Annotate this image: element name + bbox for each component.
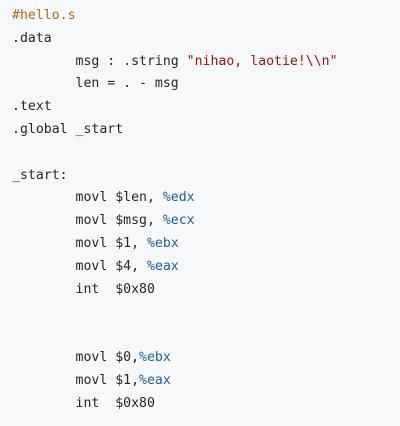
- code-token: _start:: [12, 167, 68, 183]
- code-token: len = . - msg: [12, 76, 179, 92]
- code-line: _start:: [12, 165, 400, 188]
- code-token: movl $1,: [12, 235, 147, 251]
- code-lines: #hello.s .data msg : .string "nihao, laot…: [12, 5, 400, 415]
- code-token: %eax: [139, 372, 171, 388]
- code-token: %ebx: [139, 349, 171, 365]
- code-line: movl $4, %eax: [12, 256, 400, 279]
- code-token: msg : .string: [12, 53, 187, 69]
- code-line: .global _start: [12, 119, 400, 142]
- code-token: movl $msg,: [12, 213, 163, 229]
- code-token: int $0x80: [12, 395, 155, 411]
- code-line: msg : .string "nihao, laotie!\\n": [12, 51, 400, 74]
- code-token: %ebx: [146, 235, 179, 251]
- code-token: movl $1,: [12, 372, 140, 388]
- code-token: "nihao, laotie!\\n": [186, 53, 338, 69]
- code-token: %edx: [162, 190, 195, 206]
- code-line: int $0x80: [12, 393, 400, 416]
- code-line: .data: [12, 28, 400, 51]
- code-line: .text: [12, 96, 400, 119]
- code-line: int $0x80: [12, 279, 400, 302]
- code-line: movl $msg, %ecx: [12, 210, 400, 233]
- code-token: .global _start: [12, 121, 124, 137]
- code-token: movl $0,: [12, 349, 140, 365]
- code-token: .data: [12, 30, 52, 46]
- code-line: len = . - msg: [12, 73, 400, 96]
- code-token: movl $len,: [12, 190, 163, 206]
- code-token: %eax: [146, 258, 179, 274]
- code-line: movl $1,%eax: [12, 370, 400, 393]
- code-line: #hello.s: [12, 5, 400, 28]
- code-line: movl $len, %edx: [12, 187, 400, 210]
- code-line: movl $0,%ebx: [12, 347, 400, 370]
- code-token: movl $4,: [12, 258, 147, 274]
- code-block: #hello.s .data msg : .string "nihao, laot…: [0, 0, 400, 426]
- code-token: #hello.s: [12, 8, 76, 23]
- code-token: %ecx: [162, 213, 195, 229]
- code-line: movl $1, %ebx: [12, 233, 400, 256]
- code-token: .text: [12, 99, 52, 115]
- code-token: int $0x80: [12, 281, 155, 297]
